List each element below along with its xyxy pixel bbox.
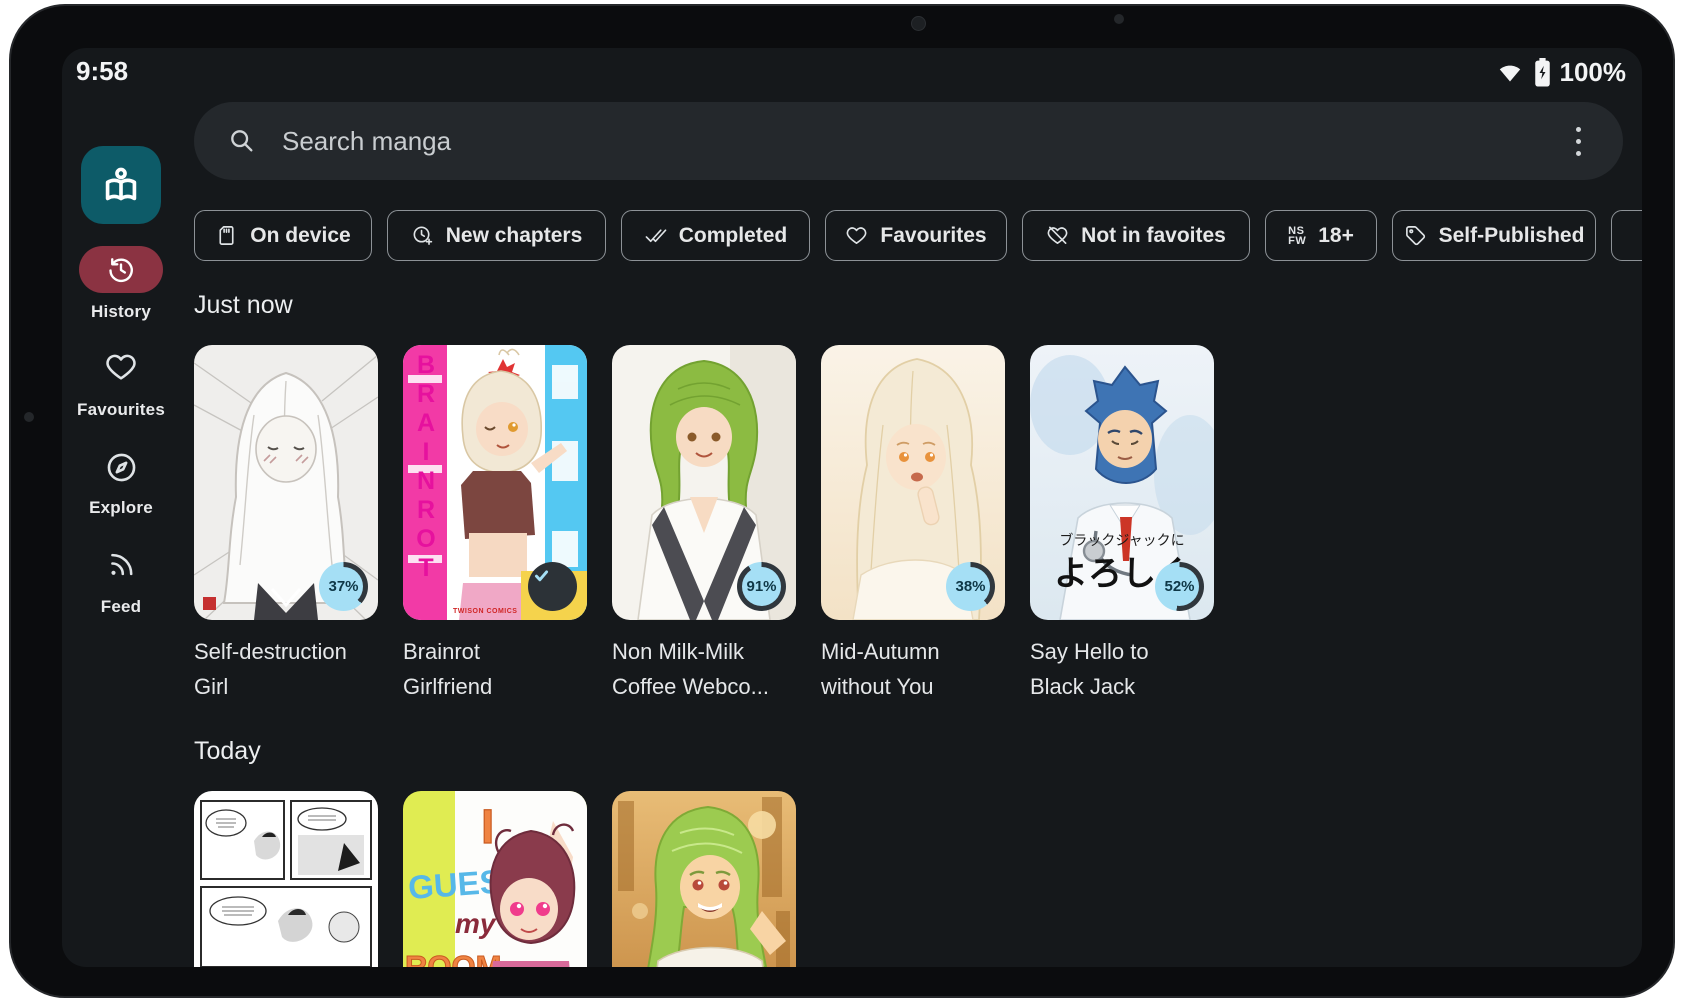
manga-title: Say Hello to Black Jack: [1030, 634, 1214, 704]
sidebar-item-history[interactable]: [79, 246, 163, 293]
manga-cover: [612, 791, 796, 967]
cover-title-vertical: BRAINROT: [407, 351, 445, 615]
manga-card-brainrot-girlfriend[interactable]: BRAINROT TWISON COMICS Brainrot Girlfrie…: [403, 345, 587, 704]
manga-card-non-milk-milk-coffee[interactable]: 91% Non Milk-Milk Coffee Webco...: [612, 345, 796, 704]
filter-chip-self-published[interactable]: Self-Published: [1392, 210, 1596, 261]
check-icon: [528, 562, 555, 589]
tablet-bezel: 9:58 100%: [9, 4, 1675, 998]
manga-cover: 38%: [821, 345, 1005, 620]
filter-chip-label: Not in favoites: [1081, 224, 1226, 248]
progress-badge: 37%: [319, 562, 368, 611]
manga-title: Non Milk-Milk Coffee Webco...: [612, 634, 796, 704]
sidebar-label-favourites: Favourites: [62, 400, 180, 420]
manga-card-today-1[interactable]: [194, 791, 378, 967]
filter-chip-partial[interactable]: [1611, 210, 1642, 261]
manga-card-today-2[interactable]: I GUESS my ROOM MATE: [403, 791, 587, 967]
cover-word-4: ROOM: [405, 949, 501, 967]
manga-cover: 91%: [612, 345, 796, 620]
heart-off-icon: [1046, 224, 1069, 247]
sidebar-label-history: History: [62, 302, 180, 322]
manga-cover: ブラックジャックに よろしく 52%: [1030, 345, 1214, 620]
search-icon: [228, 127, 256, 155]
kebab-menu-icon[interactable]: [1568, 121, 1589, 162]
manga-title: Mid-Autumn without You: [821, 634, 1005, 704]
history-row-today: I GUESS my ROOM MATE: [194, 791, 796, 967]
manga-cover: BRAINROT TWISON COMICS: [403, 345, 587, 620]
progress-label: 38%: [951, 567, 990, 606]
history-icon: [106, 255, 136, 285]
sidebar-label-explore: Explore: [62, 498, 180, 518]
reader-logo-icon: [98, 162, 144, 208]
filter-chip-label: 18+: [1318, 224, 1354, 248]
manga-card-self-destruction-girl[interactable]: 37% Self-destruction Girl: [194, 345, 378, 704]
manga-cover: [194, 791, 378, 967]
clock-plus-icon: [411, 224, 434, 247]
app-logo-button[interactable]: [81, 146, 161, 224]
manga-title: Self-destruction Girl: [194, 634, 378, 704]
search-bar[interactable]: Search manga: [194, 102, 1623, 180]
filter-chip-label: Self-Published: [1439, 224, 1585, 248]
front-camera-dot: [911, 16, 926, 31]
double-check-icon: [644, 224, 667, 247]
cover-word-1: I: [481, 801, 494, 854]
heart-icon: [845, 224, 868, 247]
compass-icon: [104, 450, 139, 485]
progress-label: 52%: [1160, 567, 1199, 606]
section-title-today: Today: [194, 737, 261, 766]
status-time: 9:58: [76, 56, 128, 87]
filter-chip-label: Favourites: [880, 224, 986, 248]
filter-chip-label: Completed: [679, 224, 788, 248]
manga-cover: 37%: [194, 345, 378, 620]
section-title-just-now: Just now: [194, 291, 293, 320]
progress-label: 91%: [742, 567, 781, 606]
search-placeholder: Search manga: [282, 126, 1568, 157]
cover-title-jp-small: ブラックジャックに: [1059, 532, 1184, 548]
manga-card-mid-autumn-without-you[interactable]: 38% Mid-Autumn without You: [821, 345, 1005, 704]
side-mic-dot: [24, 412, 34, 422]
filter-chip-new-chapters[interactable]: New chapters: [387, 210, 606, 261]
manga-cover: I GUESS my ROOM MATE: [403, 791, 587, 967]
filter-chip-18plus[interactable]: NSFW 18+: [1265, 210, 1377, 261]
progress-label: 37%: [324, 567, 363, 606]
progress-badge: 52%: [1155, 562, 1204, 611]
sidebar-item-explore[interactable]: [62, 450, 180, 485]
sidebar-item-feed[interactable]: [62, 548, 180, 579]
filter-chip-label: On device: [250, 224, 350, 248]
cover-word-3: my: [455, 908, 497, 939]
heart-icon: [104, 350, 138, 384]
filter-chip-on-device[interactable]: On device: [194, 210, 372, 261]
filter-chip-completed[interactable]: Completed: [621, 210, 810, 261]
cover-publisher-text: TWISON COMICS: [453, 608, 517, 615]
filter-chip-not-in-favourites[interactable]: Not in favoites: [1022, 210, 1250, 261]
sidebar-item-favourites[interactable]: [62, 350, 180, 384]
progress-badge: 38%: [946, 562, 995, 611]
manga-title: Brainrot Girlfriend: [403, 634, 587, 704]
history-row-just-now: 37% Self-destruction Girl: [194, 345, 1214, 704]
rss-icon: [106, 548, 137, 579]
filter-chip-favourites[interactable]: Favourites: [825, 210, 1007, 261]
sd-card-icon: [215, 224, 238, 247]
screen: 9:58 100%: [62, 48, 1642, 967]
filter-chip-label: New chapters: [446, 224, 583, 248]
tag-icon: [1404, 224, 1427, 247]
filter-chip-row: On device New chapters Completed: [194, 210, 1642, 262]
sensor-dot: [1114, 14, 1124, 24]
nsfw-icon: NSFW: [1288, 226, 1306, 246]
sidebar-label-feed: Feed: [62, 597, 180, 617]
manga-card-today-3[interactable]: [612, 791, 796, 967]
progress-badge: 91%: [737, 562, 786, 611]
manga-card-say-hello-to-black-jack[interactable]: ブラックジャックに よろしく 52% Say Hello to Black Ja…: [1030, 345, 1214, 704]
completed-badge: [528, 562, 577, 611]
